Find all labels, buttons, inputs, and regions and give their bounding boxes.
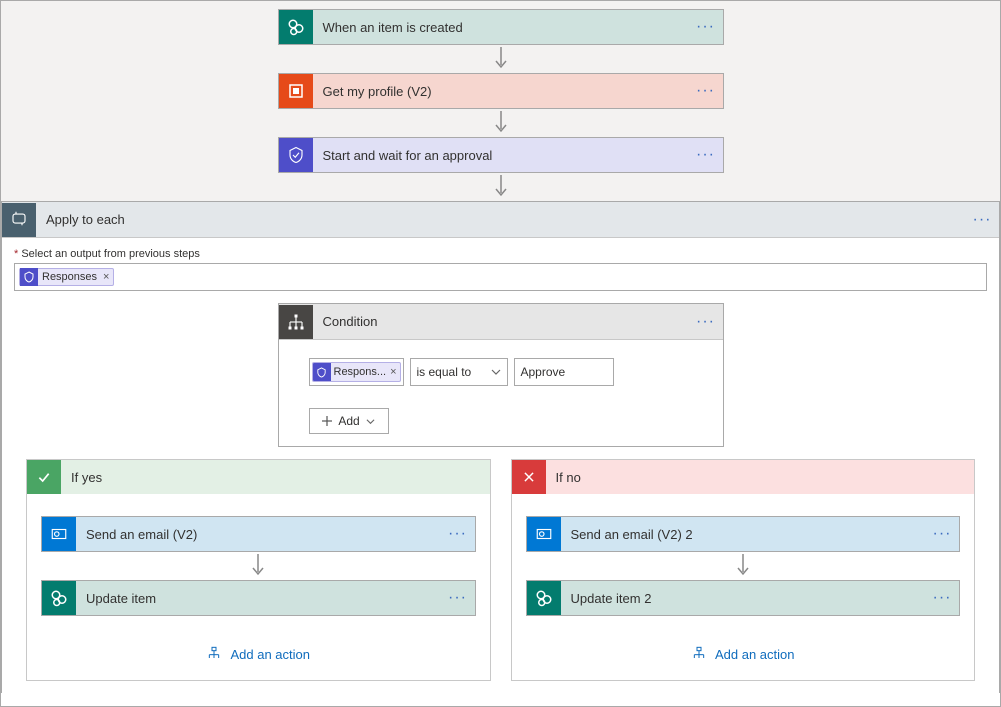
add-action-icon [691, 646, 707, 662]
responses-token[interactable]: Responses × [19, 268, 114, 286]
condition-card: Condition ··· Respons... × [278, 303, 724, 447]
condition-left-input[interactable]: Respons... × [309, 358, 404, 386]
arrow-icon [491, 173, 511, 201]
select-output-input[interactable]: Responses × [14, 263, 987, 291]
apply-to-each-header[interactable]: Apply to each ··· [2, 202, 999, 238]
if-no-branch: If no Send an email (V2) 2 ··· [511, 459, 976, 681]
approval-token-icon [313, 363, 331, 381]
sharepoint-icon [42, 581, 76, 615]
no-update-step[interactable]: Update item 2 ··· [526, 580, 961, 616]
arrow-icon [491, 45, 511, 73]
yes-email-title: Send an email (V2) [76, 527, 441, 542]
condition-header[interactable]: Condition ··· [279, 304, 723, 340]
sharepoint-icon [527, 581, 561, 615]
trigger-more-icon[interactable]: ··· [689, 19, 723, 35]
condition-more-icon[interactable]: ··· [689, 313, 723, 331]
office-icon [279, 74, 313, 108]
condition-right-input[interactable]: Approve [514, 358, 614, 386]
more-icon[interactable]: ··· [441, 590, 475, 606]
plus-icon [322, 416, 332, 426]
chevron-down-icon [366, 417, 375, 426]
profile-more-icon[interactable]: ··· [689, 83, 723, 99]
sharepoint-icon [279, 10, 313, 44]
outlook-icon [527, 517, 561, 551]
more-icon[interactable]: ··· [925, 526, 959, 542]
no-email-step[interactable]: Send an email (V2) 2 ··· [526, 516, 961, 552]
arrow-icon [491, 109, 511, 137]
outlook-icon [42, 517, 76, 551]
arrow-icon [248, 552, 268, 580]
condition-icon [279, 305, 313, 339]
condition-operator-select[interactable]: is equal to [410, 358, 508, 386]
add-action-icon [206, 646, 222, 662]
profile-title: Get my profile (V2) [313, 84, 689, 99]
approval-icon [279, 138, 313, 172]
apply-to-each-more-icon[interactable]: ··· [965, 211, 999, 229]
trigger-title: When an item is created [313, 20, 689, 35]
condition-add-button[interactable]: Add [309, 408, 389, 434]
approval-more-icon[interactable]: ··· [689, 147, 723, 163]
select-output-label: * Select an output from previous steps [14, 248, 987, 260]
condition-left-token[interactable]: Respons... × [312, 362, 401, 382]
apply-to-each-block: Apply to each ··· * Select an output fro… [1, 201, 1000, 693]
close-icon [512, 460, 546, 494]
if-yes-header: If yes [27, 460, 490, 494]
no-email-title: Send an email (V2) 2 [561, 527, 926, 542]
profile-step[interactable]: Get my profile (V2) ··· [278, 73, 724, 109]
loop-icon [2, 203, 36, 237]
more-icon[interactable]: ··· [925, 590, 959, 606]
if-no-header: If no [512, 460, 975, 494]
if-no-label: If no [546, 470, 581, 485]
if-yes-label: If yes [61, 470, 102, 485]
apply-to-each-title: Apply to each [36, 212, 965, 227]
yes-add-action-button[interactable]: Add an action [206, 646, 310, 662]
trigger-step[interactable]: When an item is created ··· [278, 9, 724, 45]
approval-step[interactable]: Start and wait for an approval ··· [278, 137, 724, 173]
if-yes-branch: If yes Send an email (V2) ··· [26, 459, 491, 681]
condition-title: Condition [313, 314, 689, 329]
no-update-title: Update item 2 [561, 591, 926, 606]
no-add-action-button[interactable]: Add an action [691, 646, 795, 662]
arrow-icon [733, 552, 753, 580]
token-remove-icon[interactable]: × [103, 271, 109, 283]
approval-title: Start and wait for an approval [313, 148, 689, 163]
yes-update-step[interactable]: Update item ··· [41, 580, 476, 616]
token-remove-icon[interactable]: × [390, 366, 396, 378]
yes-email-step[interactable]: Send an email (V2) ··· [41, 516, 476, 552]
check-icon [27, 460, 61, 494]
approval-token-icon [20, 268, 38, 286]
more-icon[interactable]: ··· [441, 526, 475, 542]
chevron-down-icon [491, 367, 501, 377]
yes-update-title: Update item [76, 591, 441, 606]
